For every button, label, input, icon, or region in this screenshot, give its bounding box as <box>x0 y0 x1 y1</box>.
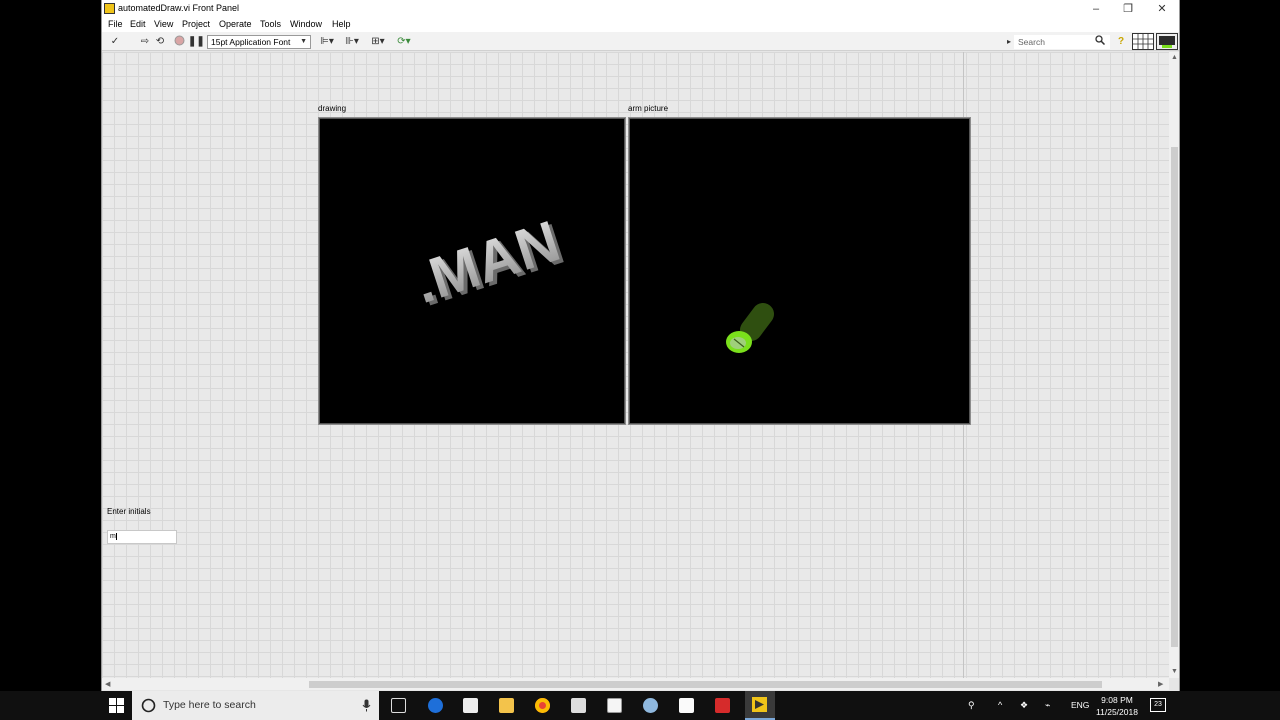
language-indicator[interactable]: ENG <box>1071 700 1089 710</box>
menu-project[interactable]: Project <box>182 19 210 29</box>
font-select[interactable]: 15pt Application Font ▼ <box>207 35 311 49</box>
labview-taskbar-icon <box>752 697 767 712</box>
font-select-value: 15pt Application Font <box>211 37 291 47</box>
enter-initials-label: Enter initials <box>107 507 151 516</box>
help-icon[interactable]: ? <box>1115 35 1127 48</box>
scroll-up-icon[interactable]: ▲ <box>1171 54 1178 61</box>
search-icon[interactable] <box>1094 35 1106 48</box>
notepad-icon[interactable] <box>607 698 622 713</box>
search-placeholder: Search <box>1018 37 1045 47</box>
paint-icon[interactable] <box>643 698 658 713</box>
action-center-icon[interactable]: 23 <box>1150 698 1166 712</box>
run-arrow-icon[interactable]: ⇨ <box>139 35 151 48</box>
menu-operate[interactable]: Operate <box>219 19 252 29</box>
resize-objects-icon[interactable]: ⊞▾ <box>368 35 388 48</box>
restore-icon[interactable]: ❐ <box>1117 2 1139 16</box>
abort-icon[interactable] <box>173 35 185 48</box>
taskbar-search-box[interactable]: Type here to search <box>132 691 379 720</box>
menu-view[interactable]: View <box>154 19 173 29</box>
toolbar: ✓ ⇨ ⟲ ❚❚ 15pt Application Font ▼ ⊫▾ ⊪▾ ⊞… <box>102 32 1179 51</box>
horizontal-scroll-thumb[interactable] <box>309 681 1102 688</box>
scroll-left-icon[interactable]: ◀ <box>105 680 110 688</box>
arm-segment <box>740 303 774 341</box>
dropbox-icon[interactable]: ❖ <box>1020 700 1028 711</box>
people-icon[interactable]: ⚲ <box>968 700 975 711</box>
menu-tools[interactable]: Tools <box>260 19 281 29</box>
taskbar-search-placeholder: Type here to search <box>163 699 256 711</box>
scroll-right-icon[interactable]: ▶ <box>1158 680 1163 688</box>
chevron-down-icon: ▼ <box>300 38 307 45</box>
labview-front-panel-window: automatedDraw.vi Front Panel – ❐ ✕ File … <box>101 0 1180 691</box>
show-hidden-icons-icon[interactable]: ^ <box>998 700 1002 710</box>
initials-input[interactable]: m <box>107 530 177 544</box>
horizontal-scrollbar[interactable]: ◀ ▶ <box>102 678 1169 690</box>
connector-pane-icon[interactable] <box>1132 33 1154 50</box>
arm-picture-label: arm picture <box>628 104 669 113</box>
vi-icon[interactable] <box>1156 33 1178 50</box>
network-icon[interactable]: ⌁ <box>1045 700 1050 711</box>
menu-help[interactable]: Help <box>332 19 351 29</box>
arm-svg <box>726 303 774 353</box>
drawing-label: drawing <box>318 104 347 113</box>
file-explorer-icon[interactable] <box>499 698 514 713</box>
clock-time: 9:08 PM <box>1101 695 1133 705</box>
drawing-picture[interactable]: .MAN .MAN <box>318 117 626 425</box>
labview-app-icon <box>104 3 115 14</box>
scroll-down-icon[interactable]: ▼ <box>1171 668 1178 675</box>
front-panel-canvas: drawing .MAN .MAN arm picture Enter init… <box>102 52 1169 678</box>
edge-icon[interactable] <box>428 698 443 713</box>
photos-icon[interactable] <box>571 698 586 713</box>
task-view-icon[interactable] <box>391 698 406 713</box>
menu-edit[interactable]: Edit <box>130 19 146 29</box>
video-editor-icon[interactable] <box>679 698 694 713</box>
window-title: automatedDraw.vi Front Panel <box>118 3 240 13</box>
close-icon[interactable]: ✕ <box>1151 2 1173 16</box>
checkmark-icon[interactable]: ✓ <box>109 35 121 48</box>
clock[interactable]: 9:08 PM 11/25/2018 <box>1092 694 1142 718</box>
text-cursor <box>115 533 119 540</box>
align-objects-icon[interactable]: ⊫▾ <box>317 35 337 48</box>
mail-icon[interactable] <box>463 698 478 713</box>
windows-start-icon[interactable] <box>109 698 124 713</box>
reorder-icon[interactable]: ⟳▾ <box>394 35 414 48</box>
labview-taskbar-button[interactable] <box>745 691 775 720</box>
arm-picture[interactable] <box>628 117 971 425</box>
menu-file[interactable]: File <box>108 19 123 29</box>
menu-bar: File Edit View Project Operate Tools Win… <box>102 18 1179 32</box>
menu-window[interactable]: Window <box>290 19 322 29</box>
drawing-svg: .MAN .MAN <box>406 208 571 318</box>
chrome-icon[interactable] <box>535 698 550 713</box>
distribute-objects-icon[interactable]: ⊪▾ <box>342 35 362 48</box>
run-continuously-icon[interactable]: ⟲ <box>154 35 166 48</box>
vertical-scroll-thumb[interactable] <box>1171 147 1178 647</box>
pause-icon[interactable]: ❚❚ <box>188 35 205 48</box>
minimize-icon[interactable]: – <box>1085 2 1107 16</box>
initials-value: m <box>110 533 116 540</box>
title-bar: automatedDraw.vi Front Panel – ❐ ✕ <box>102 0 1179 18</box>
search-expand-icon[interactable]: ▸ <box>1005 35 1013 48</box>
vertical-scrollbar[interactable]: ▲ ▼ <box>1169 52 1179 678</box>
cortana-icon <box>141 698 156 713</box>
taskbar: Type here to search ⚲ ^ ❖ ⌁ ENG 9:08 PM … <box>0 691 1280 720</box>
microphone-icon[interactable] <box>362 699 371 712</box>
record-app-icon[interactable] <box>715 698 730 713</box>
notification-count: 23 <box>1154 701 1162 708</box>
clock-date: 11/25/2018 <box>1096 707 1138 717</box>
